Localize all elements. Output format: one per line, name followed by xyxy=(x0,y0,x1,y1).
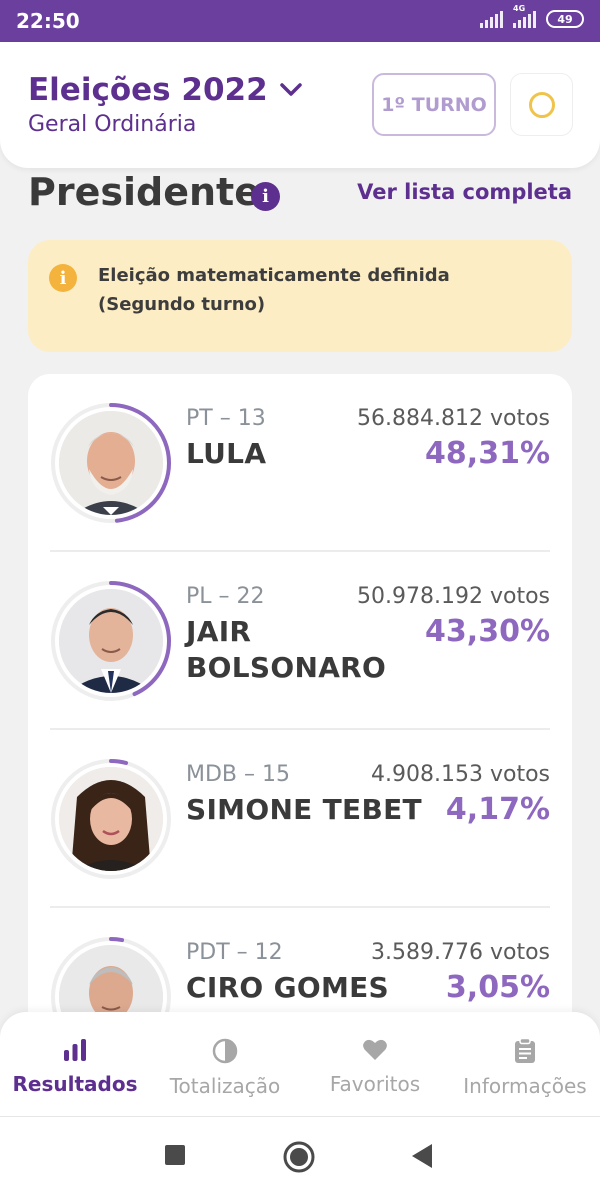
candidates-card: PT – 13 LULA 56.884.812 votos 48,31% PL … xyxy=(28,374,572,1074)
candidate-photo xyxy=(59,767,163,871)
candidate-name: SIMONE TEBET xyxy=(186,793,422,826)
alert-info-icon: i xyxy=(49,264,77,292)
candidate-photo xyxy=(59,589,163,693)
sun-icon xyxy=(528,91,555,118)
turno-label: 1º TURNO xyxy=(381,93,487,116)
info-icon[interactable]: i xyxy=(251,182,280,211)
candidate-percent: 4,17% xyxy=(445,792,550,827)
bottom-navigation: Resultados Totalização Favoritos Informa… xyxy=(0,1012,600,1116)
candidate-votes: 56.884.812 votos xyxy=(357,406,550,431)
pie-chart-icon xyxy=(212,1038,238,1064)
candidate-party: MDB – 15 xyxy=(186,762,290,787)
election-selector[interactable]: Eleições 2022 xyxy=(28,72,302,108)
chevron-down-icon xyxy=(279,83,302,96)
home-icon[interactable] xyxy=(283,1141,315,1173)
nav-resultados[interactable]: Resultados xyxy=(0,1012,150,1116)
candidate-name: LULA xyxy=(186,437,267,470)
candidate-avatar xyxy=(50,402,172,524)
app-header: Eleições 2022 Geral Ordinária 1º TURNO xyxy=(0,42,600,168)
candidate-row[interactable]: MDB – 15 SIMONE TEBET 4.908.153 votos 4,… xyxy=(28,730,572,908)
candidate-percent: 3,05% xyxy=(445,970,550,1005)
battery-level: 49 xyxy=(557,12,573,26)
candidate-party: PL – 22 xyxy=(186,584,265,609)
alert-banner: i Eleição matematicamente definida (Segu… xyxy=(28,240,572,352)
candidate-percent: 48,31% xyxy=(425,436,550,471)
candidate-avatar xyxy=(50,758,172,880)
network-type: 4G xyxy=(513,4,526,13)
system-navigation-bar xyxy=(0,1116,600,1200)
alert-message: Eleição matematicamente definida (Segund… xyxy=(98,265,450,315)
election-title: Eleições 2022 xyxy=(28,72,268,108)
candidate-votes: 3.589.776 votos xyxy=(371,940,550,965)
status-icons: 4G 49 xyxy=(480,4,584,28)
candidate-row[interactable]: PT – 13 LULA 56.884.812 votos 48,31% xyxy=(28,374,572,552)
battery-icon: 49 xyxy=(546,10,584,28)
candidate-name: JAIR BOLSONARO xyxy=(186,615,387,684)
bar-chart-icon xyxy=(64,1039,86,1061)
nav-label: Informações xyxy=(463,1074,587,1098)
candidate-name: CIRO GOMES xyxy=(186,971,390,1004)
back-icon[interactable] xyxy=(410,1143,434,1169)
candidate-votes: 50.978.192 votos xyxy=(357,584,550,609)
nav-favoritos[interactable]: Favoritos xyxy=(300,1012,450,1116)
nav-label: Totalização xyxy=(169,1074,281,1098)
candidate-party: PT – 13 xyxy=(186,406,266,431)
full-list-link[interactable]: Ver lista completa xyxy=(357,180,572,204)
status-time: 22:50 xyxy=(16,9,80,33)
candidate-photo xyxy=(59,411,163,515)
mobile-data-icon: 4G xyxy=(513,4,536,28)
recents-icon[interactable] xyxy=(164,1144,186,1166)
candidate-percent: 43,30% xyxy=(425,614,550,649)
candidate-votes: 4.908.153 votos xyxy=(371,762,550,787)
candidate-avatar xyxy=(50,580,172,702)
clipboard-icon xyxy=(515,1038,535,1063)
nav-totalizacao[interactable]: Totalização xyxy=(150,1012,300,1116)
turno-button[interactable]: 1º TURNO xyxy=(372,73,496,136)
signal-icon xyxy=(480,10,503,28)
candidate-party: PDT – 12 xyxy=(186,940,283,965)
nav-informacoes[interactable]: Informações xyxy=(450,1012,600,1116)
election-subtitle: Geral Ordinária xyxy=(28,112,197,137)
candidate-row[interactable]: PL – 22 JAIR BOLSONARO 50.978.192 votos … xyxy=(28,552,572,730)
nav-label: Favoritos xyxy=(329,1072,421,1096)
theme-toggle-button[interactable] xyxy=(510,73,573,136)
status-bar: 22:50 4G 49 xyxy=(0,0,600,42)
nav-label: Resultados xyxy=(12,1072,138,1096)
section-title: Presidente xyxy=(28,170,260,214)
heart-icon xyxy=(363,1039,387,1060)
